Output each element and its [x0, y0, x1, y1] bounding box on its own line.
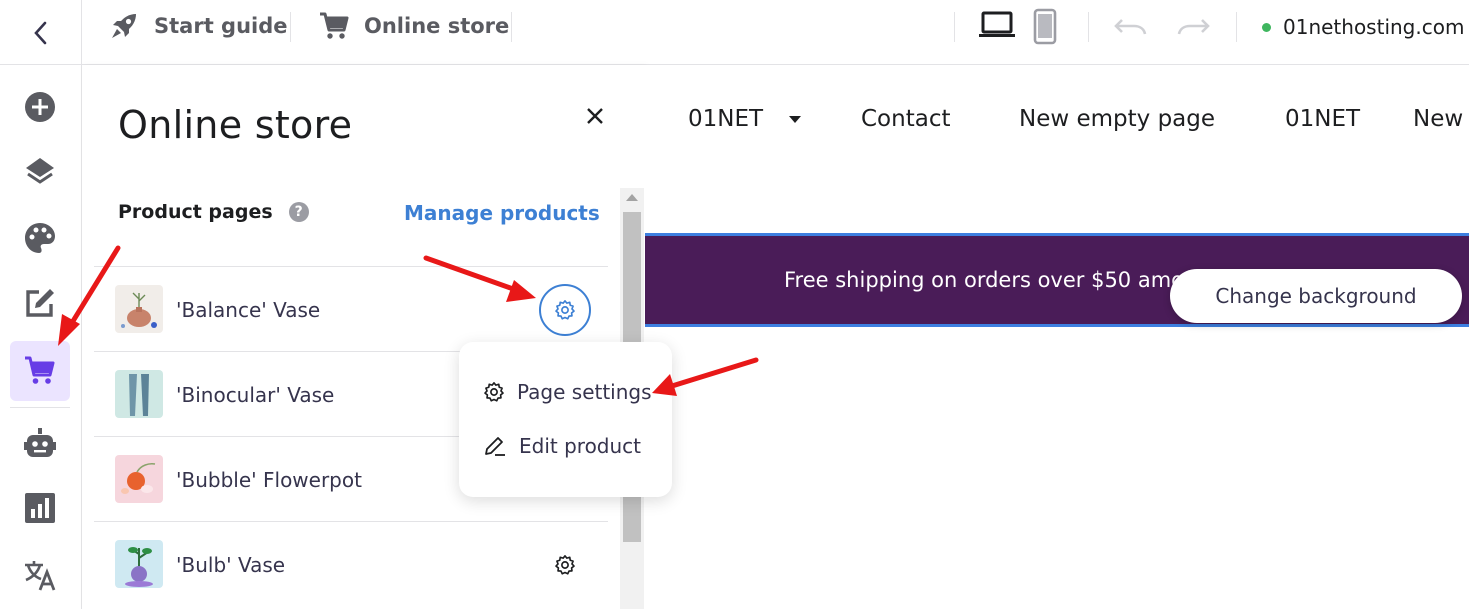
product-thumbnail [115, 370, 163, 418]
page-settings-menu-item[interactable]: Page settings [483, 372, 652, 412]
divider [10, 407, 70, 408]
domain-indicator[interactable]: 01nethosting.com [1262, 0, 1464, 54]
online-store-label: Online store [364, 14, 510, 38]
close-icon [587, 108, 603, 124]
product-thumbnail [115, 455, 163, 503]
desktop-view-button[interactable] [978, 8, 1016, 44]
cart-icon [320, 12, 349, 39]
product-name: 'Bulb' Vase [176, 552, 286, 577]
start-guide-button[interactable]: Start guide [108, 0, 288, 52]
layers-button[interactable] [10, 142, 70, 202]
nav-item-contact[interactable]: Contact [861, 102, 950, 136]
undo-button[interactable] [1114, 14, 1148, 42]
robot-icon [24, 428, 56, 457]
product-name: 'Binocular' Vase [176, 382, 335, 407]
product-name: 'Balance' Vase [176, 297, 321, 322]
translate-icon [25, 561, 56, 591]
chevron-left-icon [33, 21, 46, 44]
section-label: Product pages [118, 201, 273, 223]
change-background-button[interactable]: Change background [1170, 269, 1462, 323]
product-pages-header: Product pages ? [118, 201, 309, 223]
mobile-view-button[interactable] [1032, 8, 1058, 50]
gear-icon [555, 555, 575, 575]
status-dot [1262, 22, 1271, 32]
domain-label: 01nethosting.com [1283, 15, 1465, 39]
online-store-panel: Online store Product pages ? Manage prod… [82, 65, 645, 609]
help-icon[interactable]: ? [288, 202, 309, 222]
gear-icon [555, 300, 575, 320]
mobile-icon [1033, 8, 1057, 45]
banner-text: Free shipping on orders over $50 amo [784, 268, 1185, 292]
edit-content-button[interactable] [10, 273, 70, 333]
online-store-button[interactable]: Online store [318, 0, 509, 52]
product-settings-button[interactable] [539, 284, 591, 336]
undo-icon [1114, 19, 1147, 35]
translate-button[interactable] [10, 545, 70, 605]
panel-title: Online store [118, 103, 353, 147]
rocket-icon [112, 14, 136, 38]
plus-circle-icon [25, 92, 55, 122]
cart-icon [25, 356, 55, 384]
start-guide-label: Start guide [154, 14, 288, 38]
divider [511, 12, 512, 42]
divider [1236, 12, 1237, 42]
site-preview: 01NET Contact New empty page 01NET New F… [645, 65, 1469, 609]
page-settings-label: Page settings [517, 380, 652, 404]
palette-icon [25, 223, 55, 253]
close-panel-button[interactable] [582, 103, 608, 129]
divider [954, 12, 955, 42]
analytics-button[interactable] [10, 478, 70, 538]
laptop-icon [979, 11, 1015, 37]
layers-icon [26, 158, 54, 184]
scroll-up-arrow[interactable] [626, 194, 638, 201]
left-rail [0, 65, 82, 609]
caret-down-icon [789, 116, 802, 123]
manage-products-link[interactable]: Manage products [404, 201, 600, 225]
nav-item-01net[interactable]: 01NET [1285, 102, 1360, 136]
edit-product-label: Edit product [519, 434, 642, 458]
website-builder: Start guide Online store 01nethosting.co… [0, 0, 1469, 609]
pencil-icon [485, 437, 505, 456]
product-settings-button[interactable] [539, 539, 591, 591]
divider [290, 12, 291, 42]
edit-icon [26, 289, 54, 317]
ai-tools-button[interactable] [10, 413, 70, 473]
nav-item-new[interactable]: New [1413, 102, 1463, 136]
online-store-rail-button[interactable] [10, 341, 70, 401]
product-thumbnail [115, 285, 163, 333]
product-thumbnail [115, 540, 163, 588]
add-element-button[interactable] [10, 77, 70, 137]
product-row[interactable]: 'Balance' Vase [94, 266, 608, 351]
product-context-menu: Page settings Edit product [459, 342, 672, 497]
nav-label: 01NET [688, 106, 764, 132]
design-button[interactable] [10, 208, 70, 268]
nav-item-new-empty-page[interactable]: New empty page [1019, 102, 1215, 136]
chart-icon [25, 493, 55, 523]
edit-product-menu-item[interactable]: Edit product [483, 426, 641, 466]
product-name: 'Bubble' Flowerpot [176, 467, 362, 492]
back-button[interactable] [0, 0, 82, 65]
redo-icon [1177, 19, 1210, 35]
product-row[interactable]: 'Bulb' Vase [94, 521, 608, 606]
redo-button[interactable] [1176, 14, 1210, 42]
top-bar: Start guide Online store 01nethosting.co… [0, 0, 1469, 65]
gear-icon [484, 382, 504, 402]
divider [1088, 12, 1089, 42]
nav-item-01net-dropdown[interactable]: 01NET [688, 102, 803, 136]
